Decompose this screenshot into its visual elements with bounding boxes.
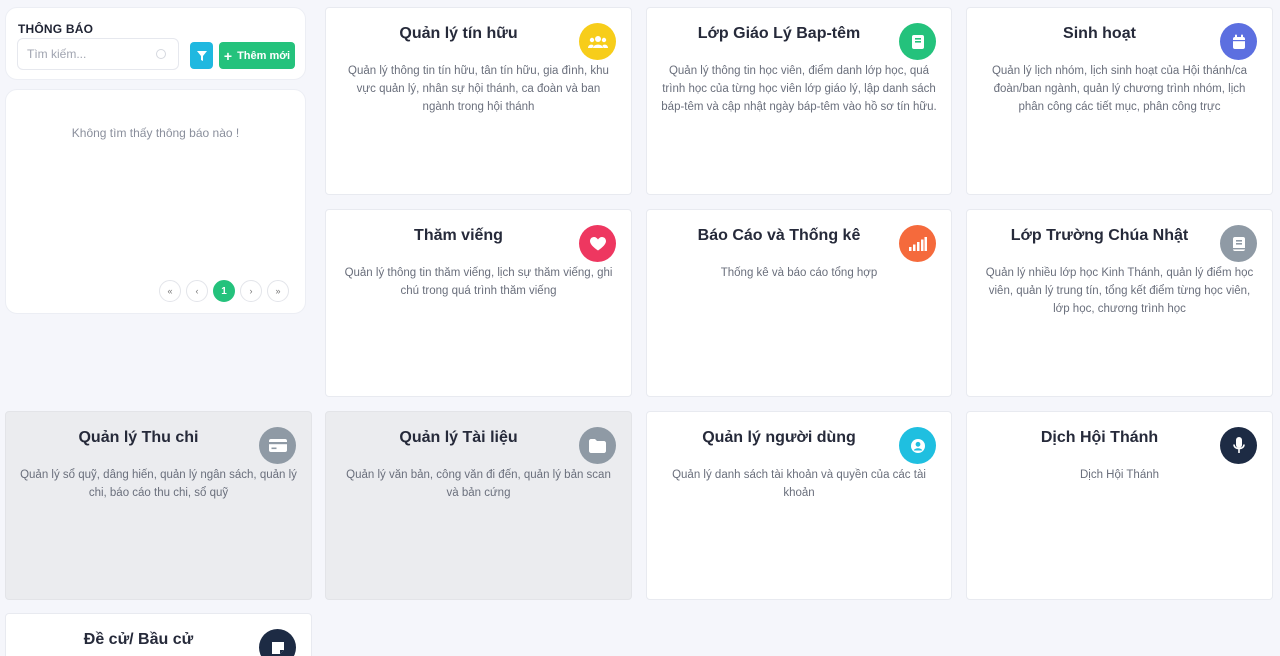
add-new-button[interactable]: + Thêm mới [219,42,295,69]
module-card-translation[interactable]: Dịch Hội Thánh Dịch Hội Thánh [966,411,1273,600]
calendar-icon [1220,23,1257,60]
credit-card-icon [259,427,296,464]
microphone-icon [1220,427,1257,464]
page-next-button[interactable]: › [240,280,262,302]
module-title: Quản lý Thu chi [78,429,199,446]
module-title: Quản lý người dùng [702,429,856,446]
signal-bars-icon [899,225,936,262]
notifications-title: THÔNG BÁO [18,22,94,36]
module-description: Thống kê và báo cáo tổng hợp [720,267,878,279]
module-card-visitation[interactable]: Thăm viếng Quản lý thông tin thăm viếng,… [325,209,632,397]
notebook-icon [1220,225,1257,262]
filter-button[interactable] [190,42,213,69]
search-box[interactable] [17,38,179,70]
heart-icon [579,225,616,262]
module-card-sunday-school[interactable]: Lớp Trường Chúa Nhật Quản lý nhiều lớp h… [966,209,1273,397]
page-last-button[interactable]: » [267,280,289,302]
module-card-members[interactable]: Quản lý tín hữu Quản lý thông tin tín hữ… [325,7,632,195]
module-card-users[interactable]: Quản lý người dùng Quản lý danh sách tài… [646,411,952,600]
module-description: Quản lý danh sách tài khoản và quyền của… [672,469,926,499]
module-title: Thăm viếng [414,227,503,244]
note-icon [259,629,296,656]
module-title: Sinh hoạt [1063,25,1136,42]
module-description: Quản lý lịch nhóm, lịch sinh hoạt của Hộ… [991,65,1248,113]
module-title: Báo Cáo và Thống kê [697,227,861,244]
search-icon [156,49,166,59]
module-title: Quản lý Tài liệu [399,429,518,446]
folder-icon [579,427,616,464]
module-description: Quản lý thông tin thăm viếng, lịch sự th… [344,267,613,297]
page-prev-button[interactable]: ‹ [186,280,208,302]
module-description: Quản lý thông tin tín hữu, tân tín hữu, … [348,65,609,113]
page-current-button[interactable]: 1 [213,280,235,302]
module-card-finance[interactable]: Quản lý Thu chi Quản lý sổ quỹ, dâng hiế… [5,411,312,600]
module-card-baptism-class[interactable]: Lớp Giáo Lý Bap-têm Quản lý thông tin họ… [646,7,952,195]
add-new-label: Thêm mới [237,49,291,62]
notifications-list-panel: Không tìm thấy thông báo nào ! « ‹ 1 › » [5,89,306,314]
book-icon [899,23,936,60]
module-description: Quản lý văn bản, công văn đi đến, quản l… [346,469,611,499]
module-title: Lớp Trường Chúa Nhật [1010,227,1189,244]
module-description: Quản lý nhiều lớp học Kinh Thánh, quản l… [985,267,1254,315]
empty-message: Không tìm thấy thông báo nào ! [71,126,240,140]
module-description: Quản lý sổ quỹ, dâng hiến, quản lý ngân … [20,469,297,499]
module-card-elections[interactable]: Đề cử/ Bầu cử [5,613,312,656]
module-card-reports[interactable]: Báo Cáo và Thống kê Thống kê và báo cáo … [646,209,952,397]
module-description: Quản lý thông tin học viên, điểm danh lớ… [661,65,937,113]
module-title: Lớp Giáo Lý Bap-têm [697,25,861,42]
users-icon [579,23,616,60]
page-first-button[interactable]: « [159,280,181,302]
pagination: « ‹ 1 › » [159,280,289,302]
search-input[interactable] [18,39,148,69]
module-card-activities[interactable]: Sinh hoạt Quản lý lịch nhóm, lịch sinh h… [966,7,1273,195]
notifications-header-panel: THÔNG BÁO + Thêm mới [5,7,306,80]
filter-icon [196,50,207,61]
module-title: Đề cử/ Bầu cử [83,631,194,648]
plus-icon: + [223,47,233,64]
module-description: Dịch Hội Thánh [1079,469,1160,481]
module-title: Quản lý tín hữu [399,25,518,42]
module-card-documents[interactable]: Quản lý Tài liệu Quản lý văn bản, công v… [325,411,632,600]
module-title: Dịch Hội Thánh [1040,429,1159,446]
user-circle-icon [899,427,936,464]
